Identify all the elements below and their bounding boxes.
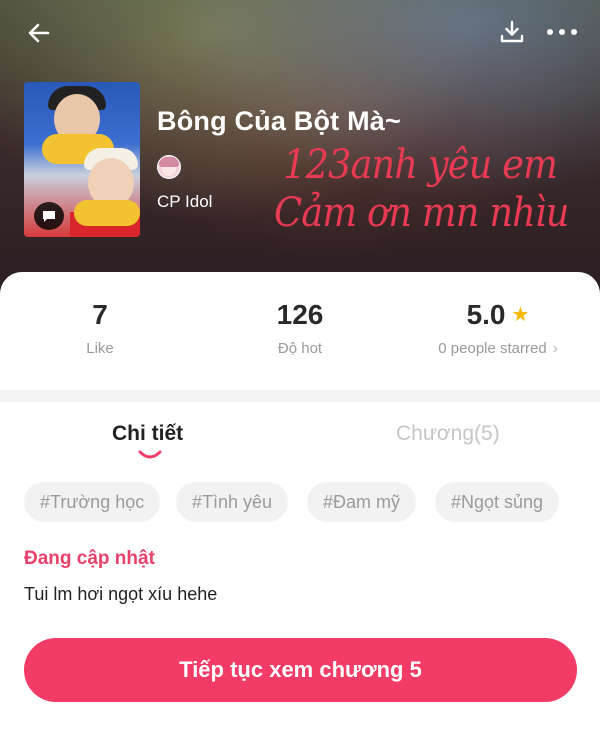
handwritten-note-line-2: Cảm ơn mn nhìu [274, 190, 569, 236]
tag-chip[interactable]: #Đam mỹ [307, 482, 417, 522]
star-icon: ★ [511, 304, 530, 326]
author-name[interactable]: CP Idol [157, 192, 212, 212]
tab-detail[interactable]: Chi tiết [112, 422, 183, 446]
story-cover-image[interactable] [24, 82, 140, 237]
chevron-right-icon: › [552, 340, 558, 357]
active-tab-indicator [138, 450, 162, 459]
tab-chapters[interactable]: Chương(5) [396, 422, 500, 446]
tag-list: #Trường học #Tình yêu #Đam mỹ #Ngọt sủng [24, 482, 584, 524]
details-card: 7 Like 126 Độ hot 5.0 ★ 0 people starred ›… [0, 272, 600, 756]
story-description: Tui lm hơi ngọt xíu hehe [24, 584, 218, 604]
stat-hot: 126 Độ hot [250, 298, 350, 357]
hot-label: Độ hot [277, 340, 323, 357]
handwritten-note-line-1: 123anh yêu em [283, 142, 558, 188]
download-icon [500, 20, 524, 43]
more-options-button[interactable] [542, 16, 582, 48]
rating-value: 5.0 [466, 299, 506, 330]
section-divider [0, 390, 600, 402]
story-detail-page: Bông Của Bột Mà~ CP Idol 123anh yêu em C… [0, 0, 600, 756]
tag-chip[interactable]: #Ngọt sủng [435, 482, 560, 522]
stat-rating[interactable]: 5.0 ★ 0 people starred › [418, 298, 578, 357]
like-label: Like [86, 340, 114, 357]
stats-row: 7 Like 126 Độ hot 5.0 ★ 0 people starred › [0, 272, 600, 390]
update-status: Đang cập nhật [24, 548, 155, 569]
arrow-left-icon [28, 23, 50, 43]
top-bar [0, 0, 600, 64]
like-count: 7 [92, 299, 108, 330]
tag-chip[interactable]: #Trường học [24, 482, 161, 522]
tag-chip[interactable]: #Tình yêu [176, 482, 289, 522]
story-title: Bông Của Bột Mà~ [157, 106, 401, 136]
rating-label: 0 people starred [438, 340, 547, 357]
back-button[interactable] [22, 16, 56, 50]
download-button[interactable] [496, 16, 528, 48]
hot-count: 126 [276, 299, 324, 330]
comment-bubble-icon[interactable] [34, 202, 64, 230]
stat-like: 7 Like [60, 298, 140, 357]
continue-reading-button[interactable]: Tiếp tục xem chương 5 [24, 638, 577, 702]
author-avatar[interactable] [157, 155, 181, 179]
more-dots-icon [547, 29, 577, 35]
